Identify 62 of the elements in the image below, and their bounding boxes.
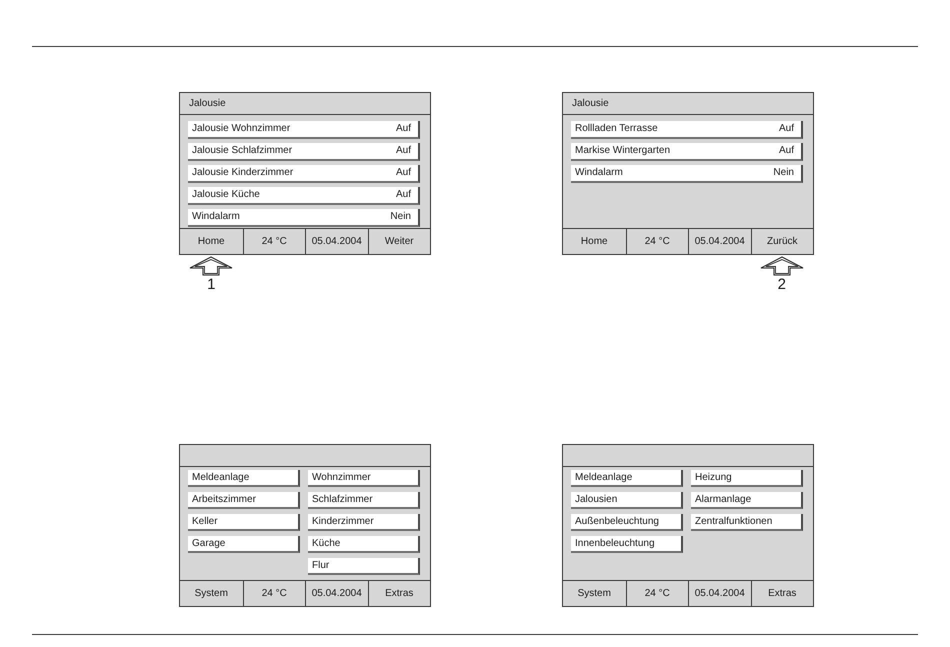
date-text: 05.04.2004 bbox=[305, 229, 368, 254]
footer-button[interactable]: Extras bbox=[750, 581, 813, 606]
menu-button[interactable]: Flur bbox=[308, 558, 420, 575]
callout-number: 1 bbox=[207, 277, 216, 292]
footer-button[interactable]: Home bbox=[180, 229, 242, 254]
menu-button[interactable]: Zentralfunktionen bbox=[691, 514, 803, 531]
row-value: Auf bbox=[396, 167, 411, 179]
footer-button[interactable]: System bbox=[180, 581, 242, 606]
setting-row-button[interactable]: Jalousie Schlafzimmer Auf bbox=[188, 143, 420, 161]
row-label: Jalousie Kinderzimmer bbox=[192, 167, 294, 179]
footer-button[interactable]: Extras bbox=[368, 581, 430, 606]
menu-button[interactable]: Wohnzimmer bbox=[308, 470, 420, 487]
row-value: Auf bbox=[396, 123, 411, 135]
row-label: Jalousie Küche bbox=[192, 189, 260, 201]
setting-row-button[interactable]: Jalousie Wohnzimmer Auf bbox=[188, 121, 420, 139]
up-arrow-icon bbox=[760, 256, 804, 276]
menu-button[interactable]: Arbeitszimmer bbox=[188, 492, 300, 509]
temperature-text: 24 °C bbox=[242, 229, 305, 254]
row-label: Jalousie Schlafzimmer bbox=[192, 145, 292, 157]
temperature-text: 24 °C bbox=[242, 581, 305, 606]
panel-title: Jalousie bbox=[572, 98, 609, 110]
date-text: 05.04.2004 bbox=[688, 581, 750, 606]
footer-button[interactable]: Zurück bbox=[750, 229, 813, 254]
row-value: Auf bbox=[778, 123, 794, 135]
row-value: Nein bbox=[773, 167, 794, 179]
setting-row-button[interactable]: Jalousie Küche Auf bbox=[188, 187, 420, 205]
setting-row-button[interactable]: Windalarm Nein bbox=[188, 209, 420, 227]
footer-button[interactable]: Home bbox=[563, 229, 626, 254]
row-label: Jalousie Wohnzimmer bbox=[192, 123, 290, 135]
menu-button[interactable]: Kinderzimmer bbox=[308, 514, 420, 531]
menu-button[interactable]: Außenbeleuchtung bbox=[571, 514, 683, 531]
menu-button[interactable]: Meldeanlage bbox=[188, 470, 300, 487]
up-arrow-icon bbox=[189, 256, 234, 276]
footer-button[interactable]: Weiter bbox=[368, 229, 430, 254]
date-text: 05.04.2004 bbox=[305, 581, 368, 606]
menu-button[interactable]: Schlafzimmer bbox=[308, 492, 420, 509]
panel-title: Jalousie bbox=[189, 98, 226, 110]
menu-button[interactable]: Keller bbox=[188, 514, 300, 531]
setting-row-button[interactable]: Rollladen Terrasse Auf bbox=[571, 121, 803, 139]
menu-button[interactable]: Heizung bbox=[691, 470, 803, 487]
row-label: Markise Wintergarten bbox=[575, 145, 670, 157]
setting-row-button[interactable]: Windalarm Nein bbox=[571, 165, 803, 183]
footer-button[interactable]: System bbox=[563, 581, 626, 606]
row-label: Windalarm bbox=[575, 167, 623, 179]
row-label: Rollladen Terrasse bbox=[575, 123, 658, 135]
setting-row-button[interactable]: Markise Wintergarten Auf bbox=[571, 143, 803, 161]
menu-button[interactable]: Küche bbox=[308, 536, 420, 553]
menu-button[interactable]: Innenbeleuchtung bbox=[571, 536, 683, 553]
menu-button[interactable]: Garage bbox=[188, 536, 300, 553]
temperature-text: 24 °C bbox=[626, 581, 688, 606]
menu-button[interactable]: Alarmanlage bbox=[691, 492, 803, 509]
menu-button[interactable]: Jalousien bbox=[571, 492, 683, 509]
row-value: Auf bbox=[396, 145, 411, 157]
setting-row-button[interactable]: Jalousie Kinderzimmer Auf bbox=[188, 165, 420, 183]
callout-number: 2 bbox=[778, 277, 786, 292]
row-value: Nein bbox=[390, 211, 411, 223]
date-text: 05.04.2004 bbox=[688, 229, 750, 254]
menu-button[interactable]: Meldeanlage bbox=[571, 470, 683, 487]
row-label: Windalarm bbox=[192, 211, 240, 223]
row-value: Auf bbox=[778, 145, 794, 157]
row-value: Auf bbox=[396, 189, 411, 201]
temperature-text: 24 °C bbox=[626, 229, 688, 254]
